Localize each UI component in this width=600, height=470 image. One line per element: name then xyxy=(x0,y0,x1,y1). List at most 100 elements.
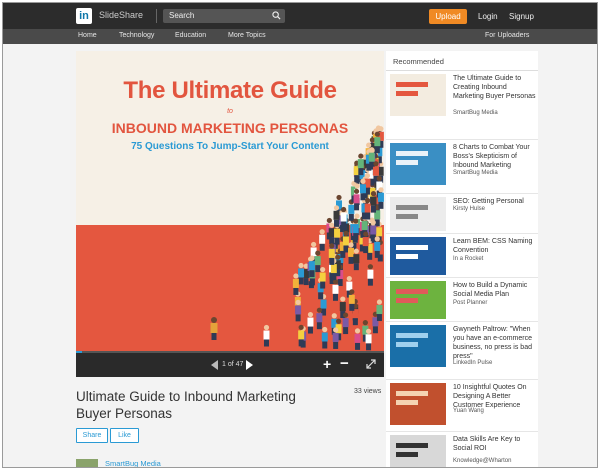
crowd-person xyxy=(334,228,341,238)
recommended-item[interactable]: Data Skills Are Key to Social ROI Knowled… xyxy=(386,432,538,467)
crowd-person xyxy=(370,225,377,235)
recommended-author: Knowledge@Wharton xyxy=(453,458,512,464)
recommended-title[interactable]: Learn BEM: CSS Naming Convention xyxy=(453,237,537,255)
nav-for-uploaders[interactable]: For Uploaders xyxy=(485,32,529,39)
like-button[interactable]: Like xyxy=(110,428,139,443)
crowd-person xyxy=(374,241,381,251)
crowd-person xyxy=(359,184,366,194)
crowd-person xyxy=(339,302,346,312)
crowd-person xyxy=(342,318,349,328)
nav-education[interactable]: Education xyxy=(175,32,206,39)
crowd-person xyxy=(354,333,361,343)
crowd-person xyxy=(372,166,379,176)
crowd-person xyxy=(332,332,339,342)
recommended-title[interactable]: SEO: Getting Personal xyxy=(453,197,537,206)
recommended-thumbnail[interactable] xyxy=(390,435,446,467)
recommended-title[interactable]: 10 Insightful Quotes On Designing A Bett… xyxy=(453,383,537,410)
thumbnail-graphic xyxy=(396,245,428,250)
crowd-person xyxy=(320,299,327,309)
thumbnail-graphic xyxy=(396,82,428,87)
crowd-person xyxy=(352,224,359,234)
document-title: Ultimate Guide to Inbound Marketing Buye… xyxy=(76,389,296,421)
recommended-item[interactable]: SEO: Getting Personal Kirsty Hulse xyxy=(386,194,538,234)
recommended-item[interactable]: Learn BEM: CSS Naming Convention In a Roc… xyxy=(386,234,538,278)
recommended-thumbnail[interactable] xyxy=(390,237,446,275)
zoom-out-icon[interactable]: − xyxy=(340,355,349,372)
crowd-person xyxy=(309,261,316,271)
crowd-person xyxy=(370,196,377,206)
recommended-thumbnail[interactable] xyxy=(390,74,446,116)
crowd-person xyxy=(328,248,335,258)
crowd-person xyxy=(353,254,360,264)
recommended-author: Kirsty Hulse xyxy=(453,206,486,212)
lone-person xyxy=(211,317,217,323)
nav-home[interactable]: Home xyxy=(78,32,97,39)
slide-title: The Ultimate Guide xyxy=(123,77,337,104)
crowd-person xyxy=(342,236,349,246)
page-indicator: 1 of 47 xyxy=(222,361,244,368)
recommended-item[interactable]: 10 Insightful Quotes On Designing A Bett… xyxy=(386,380,538,432)
thumbnail-graphic xyxy=(396,214,418,219)
linkedin-logo[interactable]: in xyxy=(76,8,92,24)
crowd-person xyxy=(377,192,384,202)
thumbnail-graphic xyxy=(396,91,418,96)
recommended-author: LinkedIn Pulse xyxy=(453,360,493,366)
brand-name[interactable]: SlideShare xyxy=(99,10,143,20)
recommended-title[interactable]: 8 Charts to Combat Your Boss's Skepticis… xyxy=(453,143,537,170)
crowd-person xyxy=(348,247,355,257)
crowd-person xyxy=(292,278,299,288)
share-button[interactable]: Share xyxy=(76,428,108,443)
signup-link[interactable]: Signup xyxy=(509,12,534,21)
thumbnail-graphic xyxy=(396,342,418,347)
top-bar: in SlideShare Search Upload Login Signup xyxy=(3,3,597,29)
thumbnail-graphic xyxy=(396,205,428,210)
recommended-thumbnail[interactable] xyxy=(390,281,446,319)
recommended-thumbnail[interactable] xyxy=(390,143,446,185)
previous-slide-icon[interactable] xyxy=(211,360,218,370)
recommended-item[interactable]: The Ultimate Guide to Creating Inbound M… xyxy=(386,71,538,140)
nav-technology[interactable]: Technology xyxy=(119,32,154,39)
crowd-person xyxy=(298,330,305,340)
recommended-thumbnail[interactable] xyxy=(390,197,446,231)
next-slide-icon[interactable] xyxy=(246,360,253,370)
crowd-person xyxy=(368,152,375,162)
upload-button[interactable]: Upload xyxy=(429,9,467,24)
lone-person xyxy=(210,323,218,333)
crowd-person xyxy=(361,221,368,231)
recommended-thumbnail[interactable] xyxy=(390,325,446,367)
crowd-person xyxy=(295,305,302,315)
search-icon[interactable] xyxy=(272,11,281,20)
recommended-thumbnail[interactable] xyxy=(390,383,446,425)
crowd-person xyxy=(321,332,328,342)
recommended-title[interactable]: Data Skills Are Key to Social ROI xyxy=(453,435,537,453)
recommended-item[interactable]: How to Build a Dynamic Social Media Plan… xyxy=(386,278,538,322)
recommended-title[interactable]: How to Build a Dynamic Social Media Plan xyxy=(453,281,537,299)
slide-subtitle: 75 Questions To Jump-Start Your Content xyxy=(131,141,329,152)
author-link[interactable]: SmartBug Media xyxy=(105,459,161,467)
search-input[interactable]: Search xyxy=(163,9,285,23)
recommended-title[interactable]: The Ultimate Guide to Creating Inbound M… xyxy=(453,74,537,101)
recommended-author: Post Planner xyxy=(453,300,488,306)
crowd-person xyxy=(348,204,355,214)
fullscreen-icon[interactable] xyxy=(366,359,376,369)
recommended-item[interactable]: 8 Charts to Combat Your Boss's Skepticis… xyxy=(386,140,538,194)
slide-title-connector: to xyxy=(227,108,233,115)
thumbnail-graphic xyxy=(396,400,418,405)
crowd-person xyxy=(362,237,369,247)
sidebar-header-label: Recommended xyxy=(393,57,444,66)
crowd-person xyxy=(314,256,321,266)
recommended-author: SmartBug Media xyxy=(453,170,498,176)
nav-more-topics[interactable]: More Topics xyxy=(228,32,266,39)
crowd-person xyxy=(307,317,314,327)
crowd-person xyxy=(376,227,383,237)
crowd-person xyxy=(298,268,305,278)
crowd-person xyxy=(333,210,340,220)
slide-viewer[interactable]: The Ultimate Guide to INBOUND MARKETING … xyxy=(76,51,384,353)
recommended-title[interactable]: Gwyneth Paltrow: "When you have an e-com… xyxy=(453,325,537,361)
author-avatar[interactable] xyxy=(76,459,98,467)
crowd-person xyxy=(367,269,374,279)
zoom-in-icon[interactable]: + xyxy=(323,356,331,372)
crowd-person xyxy=(263,330,270,340)
recommended-item[interactable]: Gwyneth Paltrow: "When you have an e-com… xyxy=(386,322,538,380)
login-link[interactable]: Login xyxy=(478,12,498,21)
